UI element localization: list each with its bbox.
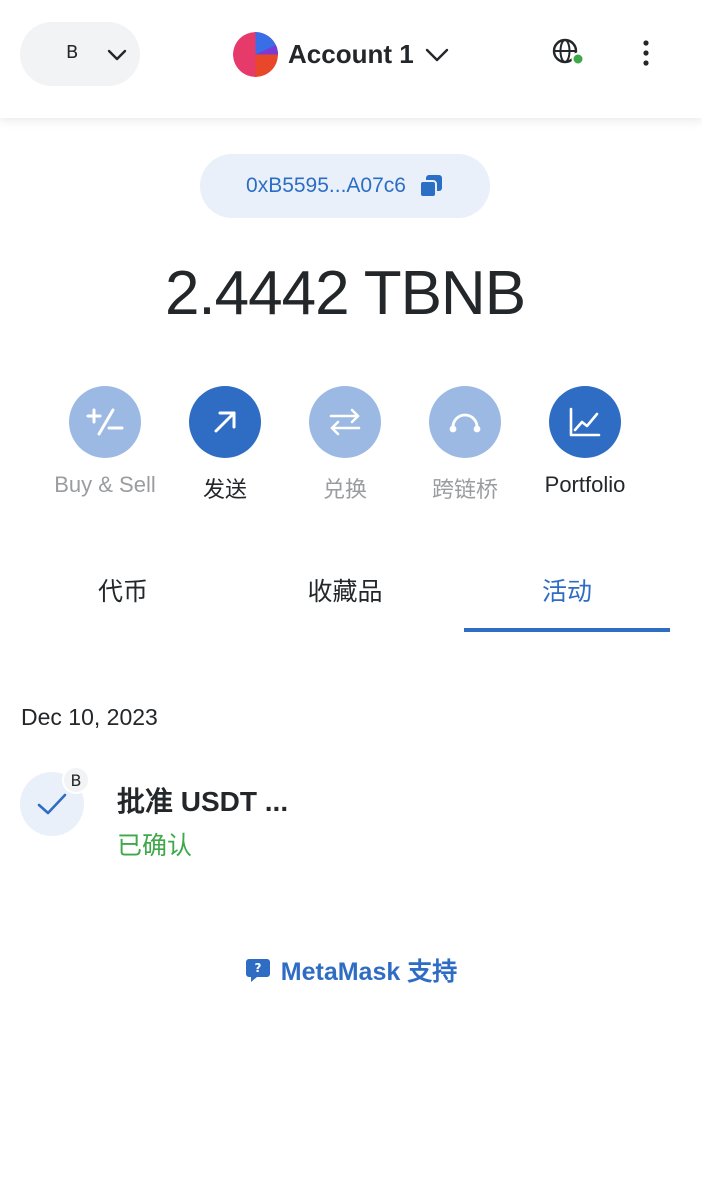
more-options-icon[interactable] [636, 38, 656, 68]
connected-sites-globe-icon[interactable] [552, 38, 586, 68]
support-label: MetaMask 支持 [280, 958, 458, 986]
copy-icon [418, 175, 442, 198]
account-avatar [233, 31, 278, 77]
send-circle [189, 386, 261, 458]
tab-collectibles[interactable]: 收藏品 [242, 572, 448, 632]
buy-sell-circle [69, 386, 141, 458]
transaction-title: 批准 USDT ... [117, 786, 289, 817]
tab-bar: 代币 收藏品 活动 [0, 572, 702, 634]
portfolio-circle [549, 386, 621, 458]
activity-date-header: Dec 10, 2023 [21, 704, 158, 730]
buy-sell-label: Buy & Sell [54, 472, 156, 497]
transaction-item[interactable]: B 批准 USDT ... 已确认 [20, 766, 680, 862]
plus-minus-icon [86, 408, 124, 436]
metamask-support-link[interactable]: ? MetaMask 支持 [0, 952, 702, 988]
swap-label: 兑换 [322, 477, 367, 502]
network-selector[interactable]: B [20, 22, 140, 86]
app-header: B Account 1 [0, 0, 702, 118]
bridge-button[interactable]: 跨链桥 [400, 386, 530, 504]
arrow-up-right-icon [214, 411, 236, 433]
action-buttons: Buy & Sell 发送 兑换 跨链桥 Portfolio [0, 386, 702, 506]
wallet-address: 0xB5595...A07c6 [246, 174, 406, 197]
chart-icon [569, 407, 601, 437]
bridge-label: 跨链桥 [431, 477, 498, 502]
transaction-status: 已确认 [117, 832, 193, 860]
address-copy-button[interactable]: 0xB5595...A07c6 [200, 154, 490, 218]
balance-display: 2.4442 TBNB [164, 259, 526, 328]
swap-circle [309, 386, 381, 458]
active-tab-indicator [464, 628, 670, 632]
send-label: 发送 [202, 477, 247, 502]
bridge-circle [429, 386, 501, 458]
portfolio-button[interactable]: Portfolio [520, 386, 650, 498]
portfolio-label: Portfolio [544, 472, 626, 497]
help-chat-icon: ? [245, 959, 270, 982]
checkmark-icon [37, 793, 67, 815]
bridge-icon [449, 413, 481, 433]
network-letter: B [66, 42, 79, 63]
chevron-down-icon [107, 49, 127, 61]
account-selector[interactable]: Account 1 [233, 31, 450, 77]
chevron-down-icon [425, 48, 448, 62]
svg-text:?: ? [254, 961, 261, 975]
tab-activity[interactable]: 活动 [464, 572, 670, 632]
buy-sell-button[interactable]: Buy & Sell [40, 386, 170, 498]
tab-tokens[interactable]: 代币 [20, 572, 226, 632]
account-name: Account 1 [288, 38, 414, 69]
send-button[interactable]: 发送 [160, 386, 290, 504]
network-badge: B [62, 766, 90, 794]
swap-button[interactable]: 兑换 [280, 386, 410, 504]
swap-icon [329, 408, 361, 436]
